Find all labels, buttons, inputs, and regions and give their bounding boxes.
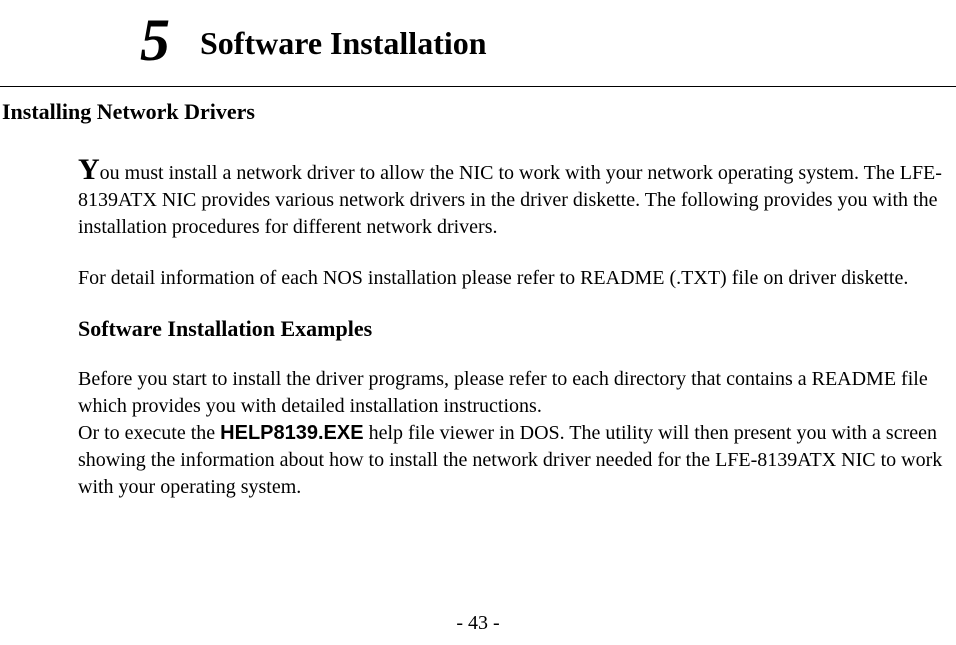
intro-text: ou must install a network driver to allo… — [78, 162, 942, 238]
chapter-title: Software Installation — [200, 25, 487, 70]
help-exe-name: HELP8139.EXE — [220, 422, 363, 444]
instructions-paragraph-2: Or to execute the HELP8139.EXE help file… — [78, 420, 954, 501]
intro-paragraph: You must install a network driver to all… — [78, 155, 954, 241]
chapter-number: 5 — [140, 10, 170, 70]
divider-line — [0, 86, 956, 87]
instructions-paragraph-1: Before you start to install the driver p… — [78, 366, 954, 420]
readme-paragraph: For detail information of each NOS insta… — [78, 265, 954, 292]
page-number: - 43 - — [0, 612, 956, 635]
content-area: You must install a network driver to all… — [0, 155, 956, 501]
p4-pre: Or to execute the — [78, 422, 220, 444]
chapter-header: 5 Software Installation — [0, 0, 956, 78]
subheading: Software Installation Examples — [78, 316, 954, 342]
dropcap: Y — [78, 153, 100, 186]
section-heading: Installing Network Drivers — [0, 99, 956, 155]
